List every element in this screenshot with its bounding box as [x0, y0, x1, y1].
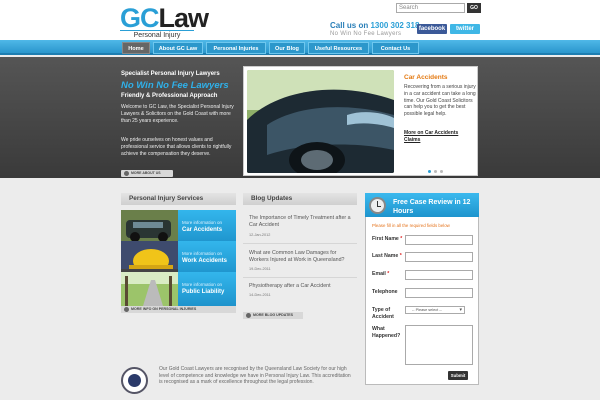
service-label: Public Liability [182, 289, 225, 295]
last-name-field[interactable] [405, 252, 473, 262]
blog-post-title[interactable]: What are Common Law Damages for Workers … [249, 250, 354, 264]
services-heading: Personal Injury Services [121, 193, 236, 205]
nav-resources[interactable]: Useful Resources [308, 42, 369, 54]
seal-emblem [128, 374, 141, 387]
hero-paragraph: We pride ourselves on honest values and … [121, 137, 232, 157]
last-name-label: Last Name * [372, 253, 402, 259]
nav-home[interactable]: Home [122, 42, 150, 54]
nav-personal-injuries[interactable]: Personal Injuries [206, 42, 266, 54]
search-input[interactable]: Search [396, 3, 465, 13]
form-note: Please fill in all the required fields b… [372, 223, 450, 228]
label-text: Email [372, 271, 386, 277]
nav-contact[interactable]: Contact Us [372, 42, 419, 54]
first-name-field[interactable] [405, 235, 473, 245]
more-personal-injuries-button[interactable]: MORE INFO ON PERSONAL INJURIES [121, 306, 236, 313]
slide-text: Recovering from a serious injury in a ca… [404, 84, 476, 118]
logo-law: Law [158, 3, 210, 33]
nav-about[interactable]: About GC Law [153, 42, 203, 54]
divider [243, 243, 357, 244]
call-us: Call us on 1300 302 318 [330, 21, 419, 30]
email-field[interactable] [405, 270, 473, 280]
slide-dot[interactable] [428, 170, 431, 173]
service-label: Car Accidents [182, 227, 223, 233]
form-title: Free Case Review in 12 Hours [393, 199, 471, 215]
hero-headline: No Win No Fee Lawyers [121, 80, 229, 91]
header-tagline: No Win No Fee Lawyers [330, 31, 402, 37]
nav-blog[interactable]: Our Blog [269, 42, 305, 54]
hero-paragraph: Welcome to GC Law, the Specialist Person… [121, 104, 234, 124]
blog-post-date: 14-Dec-2011 [249, 293, 271, 297]
hero-subtitle: Friendly & Professional Approach [121, 93, 218, 99]
clock-icon [369, 197, 386, 214]
more-about-button[interactable]: MORE ABOUT US [121, 170, 173, 177]
blog-post-title[interactable]: Physiotherapy after a Car Accident [249, 283, 354, 290]
first-name-label: First Name * [372, 236, 403, 242]
search-go-button[interactable]: GO [467, 3, 481, 13]
label-text: Last Name [372, 253, 399, 259]
more-info-label: More information on [182, 220, 223, 225]
twitter-button[interactable]: twitter [450, 24, 480, 34]
label-text: Happened? [372, 332, 401, 339]
work-accidents-button[interactable]: More information on Work Accidents [178, 241, 236, 275]
phone-number[interactable]: 1300 302 318 [370, 21, 419, 30]
accident-type-select[interactable]: -- Please select -- [405, 306, 465, 314]
call-prefix: Call us on [330, 21, 369, 30]
what-happened-textarea[interactable] [405, 325, 473, 365]
blog-post-date: 12-Jan-2012 [249, 233, 271, 237]
email-label: Email * [372, 271, 390, 277]
car-image [247, 70, 394, 173]
telephone-label: Telephone [372, 289, 398, 295]
label-text: First Name [372, 236, 399, 242]
public-liability-button[interactable]: More information on Public Liability [178, 272, 236, 306]
slide-dot[interactable] [440, 170, 443, 173]
page: GCLaw Personal Injury Lawyers Search GO … [0, 0, 600, 400]
more-info-label: More information on [182, 282, 223, 287]
car-accident-image [121, 210, 178, 244]
slide-link[interactable]: More on Car Accidents Claims [404, 130, 476, 143]
slide-dot[interactable] [434, 170, 437, 173]
service-label: Work Accidents [182, 258, 228, 264]
logo-gc: GC [120, 3, 159, 33]
more-info-label: More information on [182, 251, 223, 256]
facebook-button[interactable]: facebook [417, 24, 447, 34]
work-accident-image [121, 241, 178, 275]
hero-title: Specialist Personal Injury Lawyers [121, 71, 220, 77]
submit-button[interactable]: Submit [448, 371, 468, 380]
footer-text: Our Gold Coast Lawyers are recognised by… [159, 366, 351, 386]
blog-heading: Blog Updates [243, 193, 357, 205]
car-accidents-button[interactable]: More information on Car Accidents [178, 210, 236, 244]
blog-post-date: 19-Dec-2011 [249, 267, 271, 271]
more-blog-updates-button[interactable]: MORE BLOG UPDATES [243, 312, 303, 319]
header [0, 0, 600, 40]
public-liability-image [121, 272, 178, 306]
slide-title: Car Accidents [404, 74, 448, 81]
divider [243, 277, 357, 278]
blog-post-title[interactable]: The Importance of Timely Treatment after… [249, 215, 354, 229]
type-label: Type of Accident [372, 307, 394, 320]
label-text: Accident [372, 313, 394, 320]
what-happened-label: What Happened? [372, 326, 400, 339]
telephone-field[interactable] [405, 288, 473, 298]
